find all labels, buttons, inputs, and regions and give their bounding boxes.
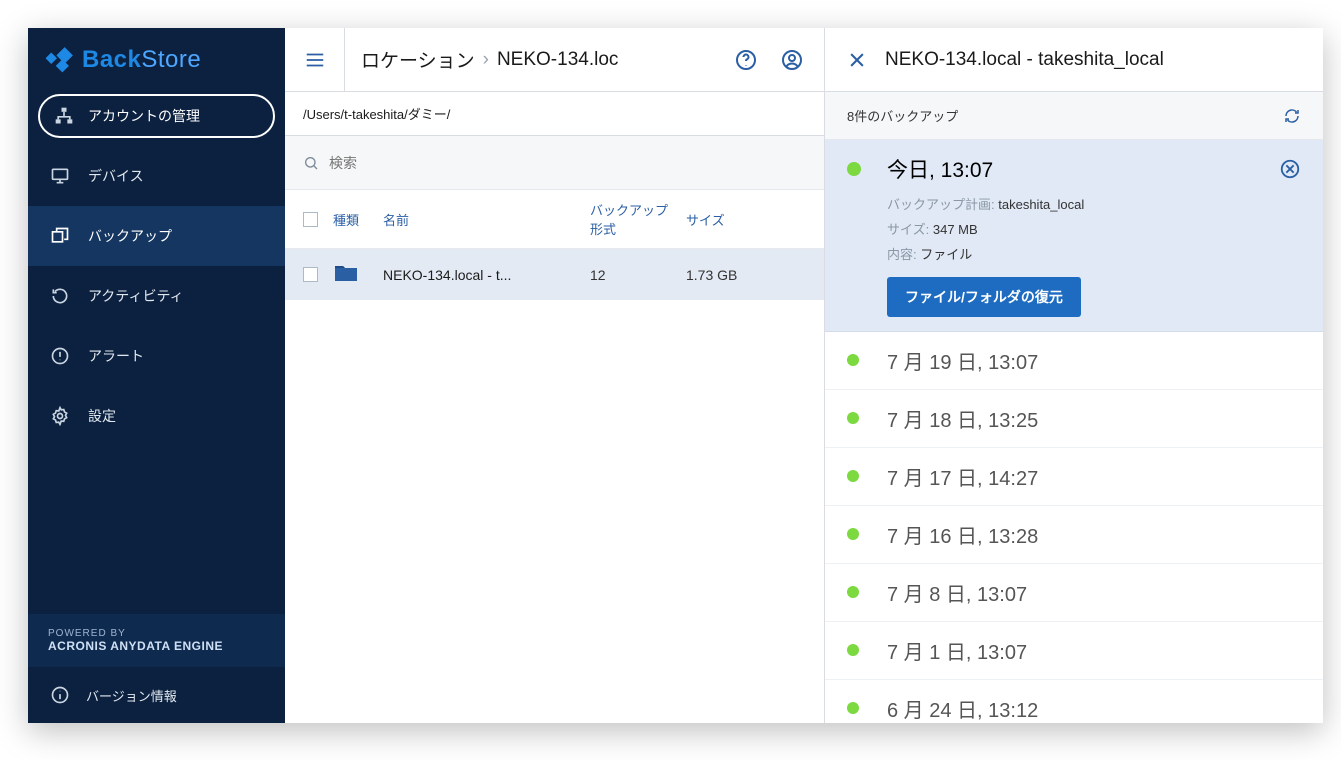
nav-backup-label: バックアップ — [88, 226, 172, 246]
col-type[interactable]: 種類 — [333, 210, 383, 229]
version-label: バージョン情報 — [86, 686, 177, 705]
backup-date: 7 月 18 日, 13:25 — [887, 404, 1301, 433]
restore-button[interactable]: ファイル/フォルダの復元 — [887, 277, 1081, 317]
search-row[interactable] — [285, 136, 824, 190]
detail-panel: NEKO-134.local - takeshita_local 8件のバックア… — [825, 28, 1323, 723]
backup-date: 7 月 19 日, 13:07 — [887, 346, 1301, 375]
backup-count-row: 8件のバックアップ — [825, 92, 1323, 140]
backup-entry[interactable]: 7 月 16 日, 13:28 — [825, 506, 1323, 564]
row-name: NEKO-134.local - t... — [383, 267, 590, 283]
row-size: 1.73 GB — [686, 267, 806, 283]
backup-date: 7 月 17 日, 14:27 — [887, 462, 1301, 491]
detail-header: NEKO-134.local - takeshita_local — [825, 28, 1323, 92]
backup-entry[interactable]: 6 月 24 日, 13:12 — [825, 680, 1323, 723]
status-dot-icon — [847, 470, 859, 482]
main-panel: ロケーション › NEKO-134.loc /Users/t-takeshita… — [285, 28, 825, 723]
version-info[interactable]: バージョン情報 — [28, 667, 285, 709]
account-management-button[interactable]: アカウントの管理 — [38, 94, 275, 138]
breadcrumb: ロケーション › NEKO-134.loc — [345, 46, 714, 73]
powered-main: ACRONIS ANYDATA ENGINE — [48, 639, 265, 653]
info-icon — [50, 685, 70, 705]
backup-entry[interactable]: 7 月 8 日, 13:07 — [825, 564, 1323, 622]
row-backups: 12 — [590, 267, 686, 283]
backup-entry[interactable]: 7 月 17 日, 14:27 — [825, 448, 1323, 506]
close-icon[interactable] — [847, 50, 867, 70]
backup-entry[interactable]: 7 月 1 日, 13:07 — [825, 622, 1323, 680]
nav-devices[interactable]: デバイス — [28, 146, 285, 206]
topbar: ロケーション › NEKO-134.loc — [285, 28, 824, 92]
search-icon — [303, 155, 319, 171]
nav-alerts[interactable]: アラート — [28, 326, 285, 386]
logo-icon — [46, 46, 74, 74]
backup-entry[interactable]: 7 月 18 日, 13:25 — [825, 390, 1323, 448]
status-dot-icon — [847, 586, 859, 598]
row-checkbox[interactable] — [303, 267, 318, 282]
nav-devices-label: デバイス — [88, 166, 144, 186]
status-dot-icon — [847, 644, 859, 656]
plan-value: takeshita_local — [998, 197, 1084, 212]
backup-icon — [50, 226, 70, 246]
folder-icon — [333, 263, 359, 283]
backup-count: 8件のバックアップ — [847, 106, 958, 125]
col-size[interactable]: サイズ — [686, 210, 806, 229]
help-icon[interactable] — [734, 48, 758, 72]
breadcrumb-current: NEKO-134.loc — [497, 49, 618, 71]
sidebar: BackStore アカウントの管理 デバイス — [28, 28, 285, 723]
backup-entry-current[interactable]: 今日, 13:07 バックアップ計画: takeshita_local サイズ:… — [825, 140, 1323, 332]
powered-by: POWERED BY ACRONIS ANYDATA ENGINE — [28, 614, 285, 667]
backup-date: 6 月 24 日, 13:12 — [887, 694, 1301, 723]
nav-backup[interactable]: バックアップ — [28, 206, 285, 266]
backup-date: 7 月 16 日, 13:28 — [887, 520, 1301, 549]
hamburger-icon — [304, 49, 326, 71]
account-management-label: アカウントの管理 — [88, 106, 200, 126]
status-dot-icon — [847, 354, 859, 366]
powered-pre: POWERED BY — [48, 628, 126, 639]
search-input[interactable] — [329, 155, 806, 171]
status-dot-icon — [847, 412, 859, 424]
sidebar-bottom: POWERED BY ACRONIS ANYDATA ENGINE バージョン情… — [28, 614, 285, 723]
size-value: 347 MB — [933, 222, 978, 237]
gear-icon — [50, 406, 70, 426]
monitor-icon — [50, 166, 70, 186]
nav-activity-label: アクティビティ — [88, 286, 184, 306]
status-dot-icon — [847, 702, 859, 714]
content-label: 内容: — [887, 247, 917, 262]
backup-timeline: 今日, 13:07 バックアップ計画: takeshita_local サイズ:… — [825, 140, 1323, 723]
select-all-checkbox[interactable] — [303, 212, 318, 227]
nav-settings-label: 設定 — [88, 406, 116, 426]
backup-date: 7 月 8 日, 13:07 — [887, 578, 1301, 607]
breadcrumb-sep: › — [483, 49, 489, 71]
backup-entry[interactable]: 7 月 19 日, 13:07 — [825, 332, 1323, 390]
detail-title: NEKO-134.local - takeshita_local — [885, 49, 1164, 71]
sitemap-icon — [54, 106, 74, 126]
nav-settings[interactable]: 設定 — [28, 386, 285, 446]
user-icon[interactable] — [780, 48, 804, 72]
activity-icon — [50, 286, 70, 306]
col-name[interactable]: 名前 — [383, 210, 590, 229]
path-row: /Users/t-takeshita/ダミー/ — [285, 92, 824, 136]
alert-icon — [50, 346, 70, 366]
refresh-icon[interactable] — [1283, 107, 1301, 125]
breadcrumb-root[interactable]: ロケーション — [361, 46, 475, 73]
app-logo: BackStore — [28, 28, 285, 94]
nav-list: デバイス バックアップ アクティビティ — [28, 146, 285, 446]
current-path: /Users/t-takeshita/ダミー/ — [303, 104, 450, 123]
content-value: ファイル — [920, 247, 972, 262]
col-backup-format[interactable]: バックアップ形式 — [590, 200, 686, 238]
menu-button[interactable] — [285, 28, 345, 91]
plan-label: バックアップ計画: — [887, 197, 995, 212]
nav-activity[interactable]: アクティビティ — [28, 266, 285, 326]
table-row[interactable]: NEKO-134.local - t... 12 1.73 GB — [285, 249, 824, 300]
status-dot-icon — [847, 162, 861, 176]
backup-date: 今日, 13:07 — [887, 154, 1279, 184]
backup-date: 7 月 1 日, 13:07 — [887, 636, 1301, 665]
nav-alerts-label: アラート — [88, 346, 144, 366]
table-header: 種類 名前 バックアップ形式 サイズ — [285, 190, 824, 249]
size-label: サイズ: — [887, 222, 929, 237]
status-dot-icon — [847, 528, 859, 540]
collapse-icon[interactable] — [1279, 158, 1301, 180]
